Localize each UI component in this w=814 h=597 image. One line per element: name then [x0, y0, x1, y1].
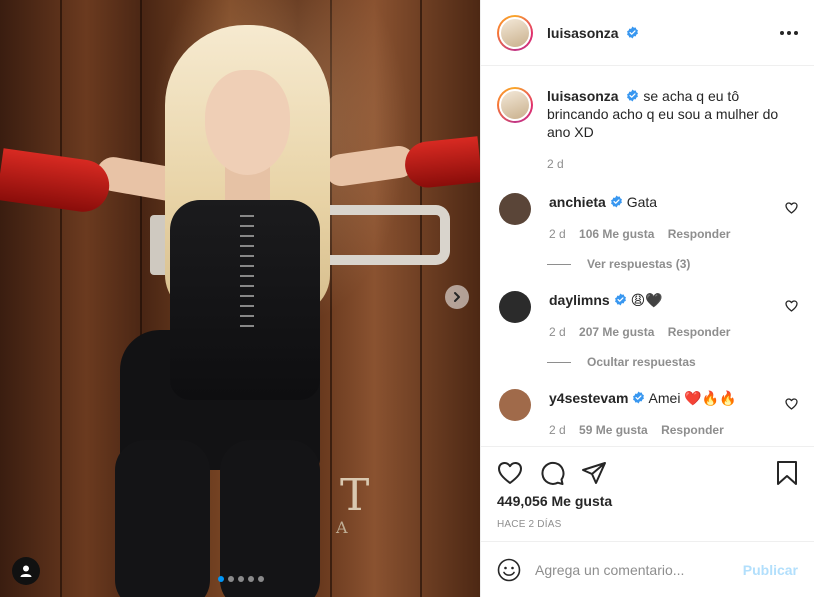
heart-icon	[785, 202, 798, 214]
share-button[interactable]	[581, 461, 607, 485]
next-image-button[interactable]	[445, 285, 469, 309]
post-header: luisasonza	[481, 0, 814, 66]
caption-time[interactable]: 2 d	[547, 157, 564, 171]
post-side-panel: luisasonza luisasonza se acha q eu tô br…	[480, 0, 814, 597]
caption-username[interactable]: luisasonza	[547, 88, 619, 104]
share-icon	[582, 462, 606, 484]
user-tags-button[interactable]	[12, 557, 40, 585]
user-tag-icon	[20, 565, 32, 577]
comment-time[interactable]: 2 d	[549, 423, 566, 437]
post-actions: 449,056 Me gusta HACE 2 DÍAS	[481, 446, 814, 530]
replies-toggle[interactable]: Ocultar respuestas	[547, 355, 798, 369]
comment-like-button[interactable]	[785, 397, 798, 413]
replies-toggle-label[interactable]: Ver respuestas (3)	[587, 257, 690, 271]
comment-icon	[541, 461, 565, 485]
background-letter-a: A	[336, 518, 348, 537]
comment-button[interactable]	[539, 460, 565, 486]
comment-text: Amei	[648, 390, 681, 406]
replies-line	[547, 263, 571, 265]
reply-button[interactable]: Responder	[668, 325, 731, 339]
heart-icon	[785, 398, 798, 410]
author-avatar[interactable]	[497, 14, 533, 51]
verified-icon	[610, 195, 622, 208]
caption-avatar[interactable]	[497, 87, 533, 123]
left-glove	[0, 148, 113, 216]
comment-like-button[interactable]	[785, 299, 798, 315]
publish-button[interactable]: Publicar	[743, 562, 798, 578]
comment-likes[interactable]: 207 Me gusta	[579, 325, 654, 339]
commenter-avatar[interactable]	[499, 291, 531, 323]
right-leg	[220, 440, 320, 597]
right-glove	[402, 136, 480, 190]
comments-list[interactable]: luisasonza se acha q eu tô brincando ach…	[481, 67, 814, 445]
commenter-username[interactable]: daylimns	[549, 292, 610, 308]
comment-likes[interactable]: 59 Me gusta	[579, 423, 648, 437]
comment-time[interactable]: 2 d	[549, 325, 566, 339]
verified-icon	[614, 293, 626, 306]
emoji-icon	[497, 558, 521, 581]
comment-item: daylimns 😩🖤 2 d 207 Me gusta Responder	[497, 291, 798, 341]
comment-emoji: ❤️🔥🔥	[684, 390, 737, 406]
carousel-dot	[238, 576, 244, 582]
commenter-avatar[interactable]	[499, 389, 531, 421]
background-letter-t: T	[340, 470, 370, 521]
carousel-dot	[228, 576, 234, 582]
author-username[interactable]: luisasonza	[547, 25, 639, 41]
left-leg	[115, 440, 210, 597]
author-username-text[interactable]: luisasonza	[547, 25, 619, 41]
comment-likes[interactable]: 106 Me gusta	[579, 227, 654, 241]
comment-input[interactable]: Agrega un comentario...	[535, 562, 743, 578]
face	[205, 70, 290, 175]
carousel-dot	[218, 576, 224, 582]
commenter-username[interactable]: anchieta	[549, 194, 606, 210]
next-arrow-icon	[454, 292, 460, 302]
replies-toggle-label[interactable]: Ocultar respuestas	[587, 355, 696, 369]
carousel-indicator	[218, 576, 264, 582]
carousel-dot	[248, 576, 254, 582]
reply-button[interactable]: Responder	[661, 423, 724, 437]
comment-emoji: 😩🖤	[630, 292, 663, 308]
comment-item: y4sestevam Amei ❤️🔥🔥 2 d 59 Me gusta Res…	[497, 389, 798, 439]
save-icon	[777, 461, 797, 485]
comment-item: anchieta Gata 2 d 106 Me gusta Responder	[497, 193, 798, 243]
emoji-button[interactable]	[497, 558, 521, 582]
commenter-avatar[interactable]	[499, 193, 531, 225]
replies-toggle[interactable]: Ver respuestas (3)	[547, 257, 798, 271]
door-panel-line	[60, 0, 62, 597]
verified-icon	[633, 391, 645, 404]
outfit-lacing	[240, 215, 254, 335]
heart-icon	[498, 462, 522, 484]
likes-count[interactable]: 449,056 Me gusta	[497, 493, 798, 509]
comment-text: Gata	[626, 194, 658, 210]
like-button[interactable]	[497, 461, 523, 485]
heart-icon	[785, 300, 798, 312]
caption: luisasonza se acha q eu tô brincando ach…	[497, 67, 798, 173]
post-date[interactable]: HACE 2 DÍAS	[497, 519, 798, 530]
verified-icon	[627, 89, 639, 102]
door-panel-line	[420, 0, 422, 597]
add-comment-bar: Agrega un comentario... Publicar	[481, 541, 814, 597]
save-button[interactable]	[776, 460, 798, 486]
more-options-icon[interactable]	[780, 30, 798, 35]
replies-line	[547, 361, 571, 363]
reply-button[interactable]: Responder	[668, 227, 731, 241]
carousel-dot	[258, 576, 264, 582]
comment-time[interactable]: 2 d	[549, 227, 566, 241]
comment-like-button[interactable]	[785, 201, 798, 217]
verified-icon	[627, 26, 639, 38]
commenter-username[interactable]: y4sestevam	[549, 390, 628, 406]
post-image[interactable]: T A	[0, 0, 480, 597]
